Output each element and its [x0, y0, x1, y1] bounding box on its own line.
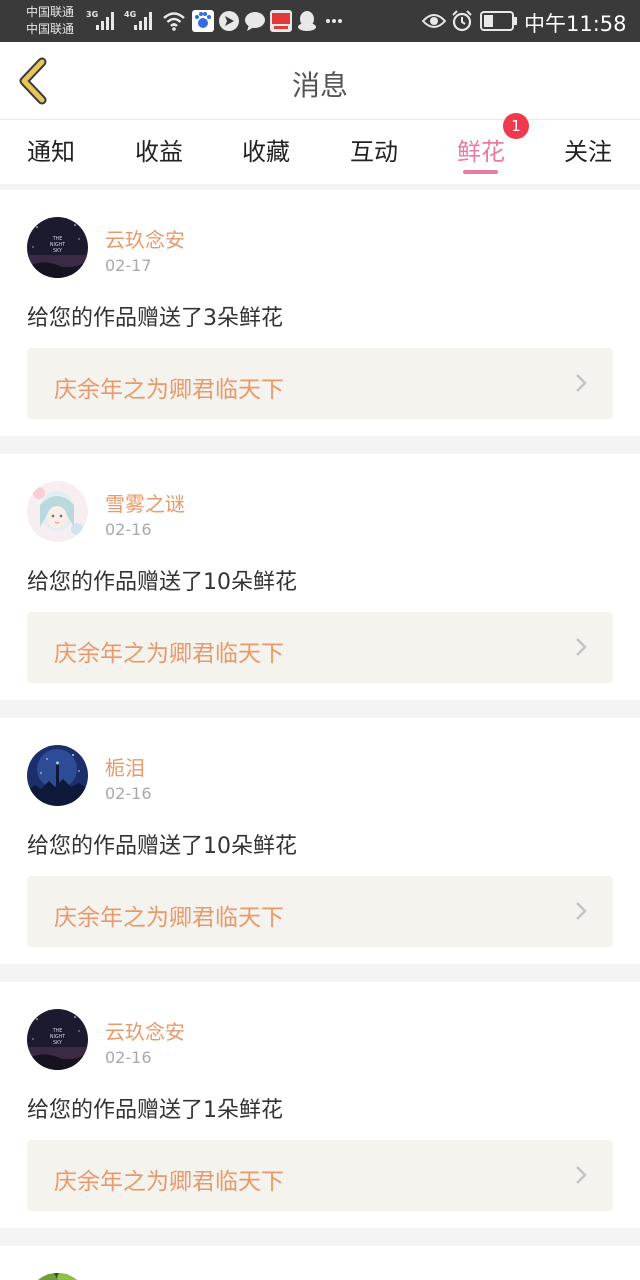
svg-text:NIGHT: NIGHT [50, 242, 65, 248]
green-avatar-image [27, 1273, 88, 1280]
carrier-2: 中国联通 [26, 22, 75, 36]
book-title: 庆余年之为卿君临天下 [54, 377, 284, 403]
alarm-icon [452, 10, 472, 32]
tab-favorites[interactable]: 收藏 [233, 132, 299, 176]
tab-interaction[interactable]: 互动 [341, 132, 407, 176]
book-title: 庆余年之为卿君临天下 [54, 641, 284, 667]
starry-city-avatar-image [27, 745, 88, 806]
anime-girl-avatar-image [27, 481, 88, 542]
tab-notice[interactable]: 通知 [18, 132, 84, 176]
sender-name[interactable]: 栀泪 [105, 752, 145, 781]
qq-icon [298, 11, 316, 31]
message-date: 02-16 [105, 520, 152, 539]
message-text: 给您的作品赠送了10朵鲜花 [27, 834, 297, 859]
book-link[interactable]: 庆余年之为卿君临天下 [27, 1140, 613, 1211]
eye-icon [422, 14, 446, 28]
list-item: 栀泪 02-16 给您的作品赠送了10朵鲜花 庆余年之为卿君临天下 [0, 718, 640, 964]
chevron-right-icon [576, 1166, 587, 1184]
signal-icon [96, 12, 118, 30]
svg-text:SKY: SKY [53, 248, 62, 254]
avatar[interactable]: THE NIGHT SKY [27, 1009, 88, 1070]
svg-text:NIGHT: NIGHT [50, 1034, 65, 1040]
signal-icon-2 [134, 12, 156, 30]
status-time: 中午11:58 [524, 12, 627, 36]
wifi-icon [163, 12, 185, 31]
svg-text:THE: THE [52, 1028, 63, 1034]
battery-icon [480, 11, 517, 31]
baidu-icon [192, 10, 214, 32]
navigation-icon [219, 11, 239, 31]
carrier-1: 中国联通 [26, 5, 75, 19]
message-date: 02-16 [105, 784, 152, 803]
more-icon [326, 19, 342, 23]
svg-text:SKY: SKY [53, 1040, 62, 1046]
chevron-right-icon [576, 902, 587, 920]
book-title: 庆余年之为卿君临天下 [54, 905, 284, 931]
book-link[interactable]: 庆余年之为卿君临天下 [27, 348, 613, 419]
toutiao-icon [270, 10, 292, 32]
page-title: 消息 [291, 69, 348, 102]
nav-header: 消息 [0, 42, 640, 120]
list-item [0, 1246, 640, 1280]
message-text: 给您的作品赠送了10朵鲜花 [27, 570, 297, 595]
active-tab-indicator [463, 170, 498, 174]
list-item: 雪雾之谜 02-16 给您的作品赠送了10朵鲜花 庆余年之为卿君临天下 [0, 454, 640, 700]
book-link[interactable]: 庆余年之为卿君临天下 [27, 612, 613, 683]
carrier-labels: 中国联通 中国联通 [26, 4, 74, 38]
chat-icon [245, 12, 265, 31]
tab-follow[interactable]: 关注 [555, 132, 621, 176]
message-text: 给您的作品赠送了1朵鲜花 [27, 1098, 283, 1123]
book-link[interactable]: 庆余年之为卿君临天下 [27, 876, 613, 947]
status-bar: 中国联通 中国联通 3G 4G 中午11:58 [0, 0, 640, 42]
avatar-logo-text: THE [52, 236, 63, 242]
chevron-right-icon [576, 374, 587, 392]
sender-name[interactable]: 云玖念安 [105, 224, 185, 253]
list-item: THE NIGHT SKY 云玖念安 02-16 给您的作品赠送了1朵鲜花 庆余… [0, 982, 640, 1228]
avatar[interactable] [27, 481, 88, 542]
avatar[interactable] [27, 1273, 88, 1280]
unread-badge: 1 [503, 113, 529, 139]
avatar[interactable] [27, 745, 88, 806]
list-item: THE NIGHT SKY 云玖念安 02-17 给您的作品赠送了3朵鲜花 庆余… [0, 190, 640, 436]
tab-earnings[interactable]: 收益 [126, 132, 192, 176]
message-date: 02-17 [105, 256, 152, 275]
book-title: 庆余年之为卿君临天下 [54, 1169, 284, 1195]
sender-name[interactable]: 云玖念安 [105, 1016, 185, 1045]
sender-name[interactable]: 雪雾之谜 [105, 488, 185, 517]
night-sky-avatar-image: THE NIGHT SKY [27, 1009, 88, 1070]
message-tabs: 通知 收益 收藏 互动 鲜花 关注 [0, 120, 640, 184]
chevron-right-icon [576, 638, 587, 656]
night-sky-avatar-image: THE NIGHT SKY [27, 217, 88, 278]
avatar[interactable]: THE NIGHT SKY [27, 217, 88, 278]
message-text: 给您的作品赠送了3朵鲜花 [27, 306, 283, 331]
message-date: 02-16 [105, 1048, 152, 1067]
